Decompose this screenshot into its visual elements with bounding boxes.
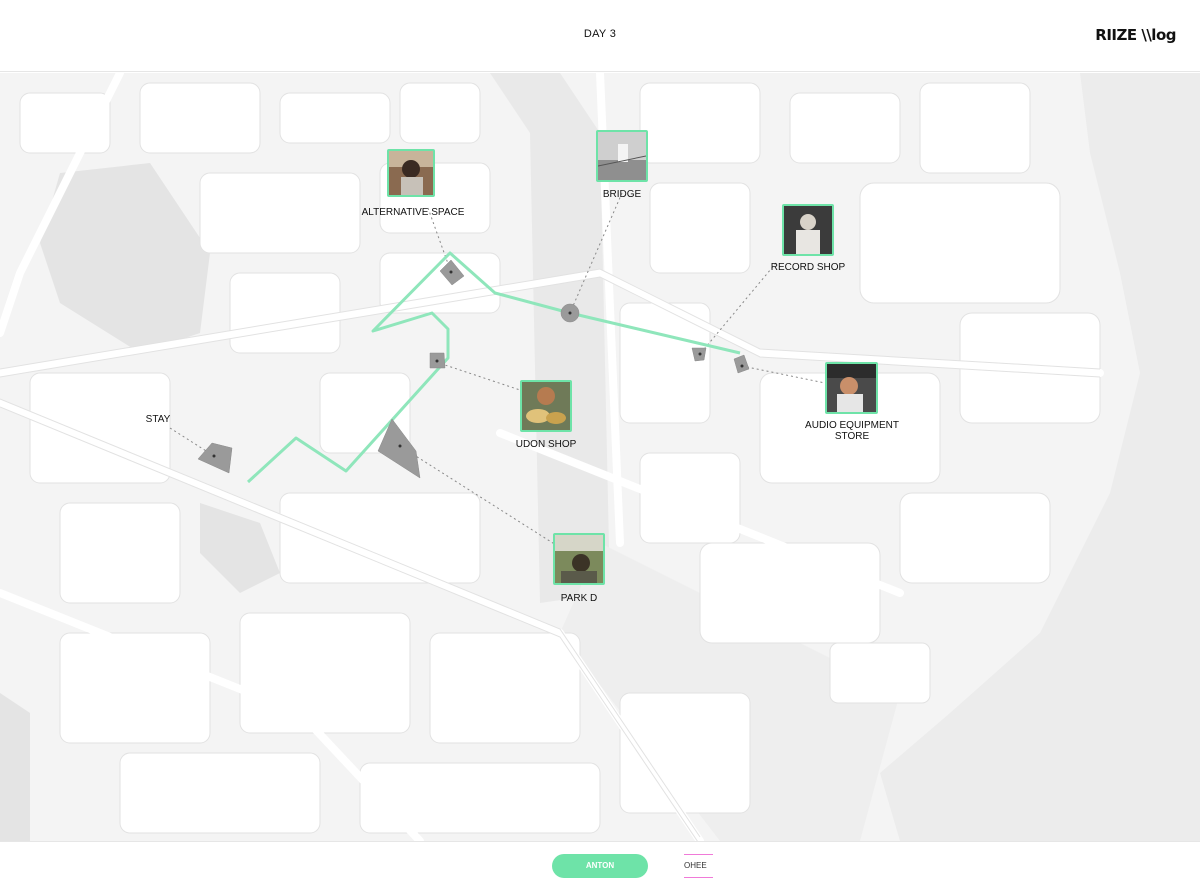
tab-anton[interactable]: ANTON bbox=[552, 854, 648, 878]
place-alternative-space[interactable]: ALTERNATIVE SPACE bbox=[360, 147, 466, 219]
city-map[interactable]: ALTERNATIVE SPACE BRIDGE RECORD SHOP UDO… bbox=[0, 73, 1200, 841]
place-udon-shop[interactable]: UDON SHOP bbox=[510, 379, 582, 453]
tab-ohee[interactable]: OHEE bbox=[684, 854, 713, 878]
bridge-label: BRIDGE bbox=[602, 189, 642, 200]
udon-shop-label: UDON SHOP bbox=[515, 439, 577, 450]
place-record-shop[interactable]: RECORD SHOP bbox=[770, 203, 846, 275]
brand-logo[interactable]: RIIZE \\log bbox=[1095, 26, 1176, 44]
place-park-d[interactable]: PARK D bbox=[546, 533, 612, 605]
audio-equipment-store-label: AUDIO EQUIPMENT STORE bbox=[805, 420, 899, 442]
place-audio-equipment-store[interactable]: AUDIO EQUIPMENT STORE bbox=[800, 361, 904, 445]
place-bridge[interactable]: BRIDGE bbox=[590, 129, 654, 201]
stay-label[interactable]: STAY bbox=[140, 414, 176, 425]
record-shop-photo[interactable] bbox=[782, 204, 834, 256]
bridge-photo[interactable] bbox=[596, 130, 648, 182]
audio-equipment-store-photo[interactable] bbox=[825, 362, 878, 414]
udon-shop-photo[interactable] bbox=[520, 380, 572, 432]
alternative-space-label: ALTERNATIVE SPACE bbox=[361, 207, 465, 218]
park-d-label: PARK D bbox=[560, 593, 598, 604]
record-shop-label: RECORD SHOP bbox=[770, 262, 846, 273]
page-title: DAY 3 bbox=[583, 28, 617, 40]
alternative-space-photo[interactable] bbox=[387, 149, 435, 197]
park-d-photo[interactable] bbox=[553, 533, 605, 585]
bottom-bar: ANTON OHEE bbox=[0, 841, 1200, 890]
top-bar: DAY 3 RIIZE \\log bbox=[0, 0, 1200, 72]
